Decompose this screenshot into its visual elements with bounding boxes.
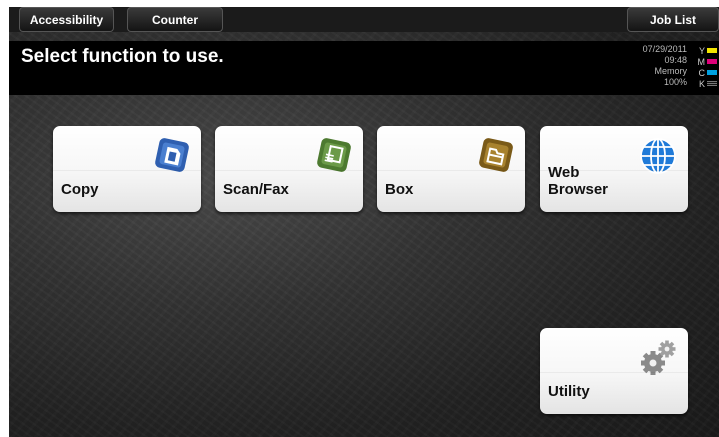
top-bar: Accessibility Counter Job List [9, 7, 719, 32]
utility-button[interactable]: Utility [540, 328, 688, 414]
web-browser-label-line2: Browser [548, 181, 609, 198]
toner-row-m: M [695, 56, 719, 67]
status-date: 07/29/2011 [642, 44, 687, 54]
status-time: 09:48 [664, 55, 687, 65]
memory-label: Memory [654, 66, 687, 76]
copy-label: Copy [61, 181, 99, 198]
utility-label: Utility [548, 383, 590, 400]
toner-row-y: Y [695, 45, 719, 56]
copy-icon [151, 136, 191, 176]
toner-row-c: C [695, 67, 719, 78]
instruction-message: Select function to use. [21, 46, 224, 67]
counter-button[interactable]: Counter [127, 7, 223, 32]
toner-bar-yellow [707, 48, 717, 53]
memory-value: 100% [663, 77, 687, 87]
job-list-button[interactable]: Job List [627, 7, 719, 32]
copy-button[interactable]: Copy [53, 126, 201, 212]
toner-levels: Y M C K [695, 45, 719, 89]
message-bar: Select function to use. 07/29/2011 09:48… [9, 41, 719, 95]
gears-icon [638, 338, 678, 378]
toner-letter: K [698, 78, 705, 89]
scan-fax-label: Scan/Fax [223, 181, 289, 198]
toner-bar-black [707, 81, 717, 86]
accessibility-button[interactable]: Accessibility [19, 7, 114, 32]
web-browser-label: Web Browser [548, 164, 638, 198]
web-browser-button[interactable]: Web Browser [540, 126, 688, 212]
web-browser-label-line1: Web [548, 164, 580, 181]
scan-fax-icon [313, 136, 353, 176]
toner-letter: C [698, 67, 706, 78]
status-panel: 07/29/2011 09:48 Memory 100% [629, 44, 687, 88]
box-button[interactable]: Box [377, 126, 525, 212]
toner-letter: M [697, 56, 706, 67]
device-screen: Accessibility Counter Job List Select fu… [9, 7, 719, 437]
toner-bar-cyan [707, 70, 717, 75]
scan-fax-button[interactable]: Scan/Fax [215, 126, 363, 212]
box-icon [475, 136, 515, 176]
globe-icon [638, 136, 678, 176]
toner-letter: Y [698, 45, 705, 56]
box-label: Box [385, 181, 414, 198]
toner-bar-magenta [707, 59, 717, 64]
toner-row-k: K [695, 78, 719, 89]
